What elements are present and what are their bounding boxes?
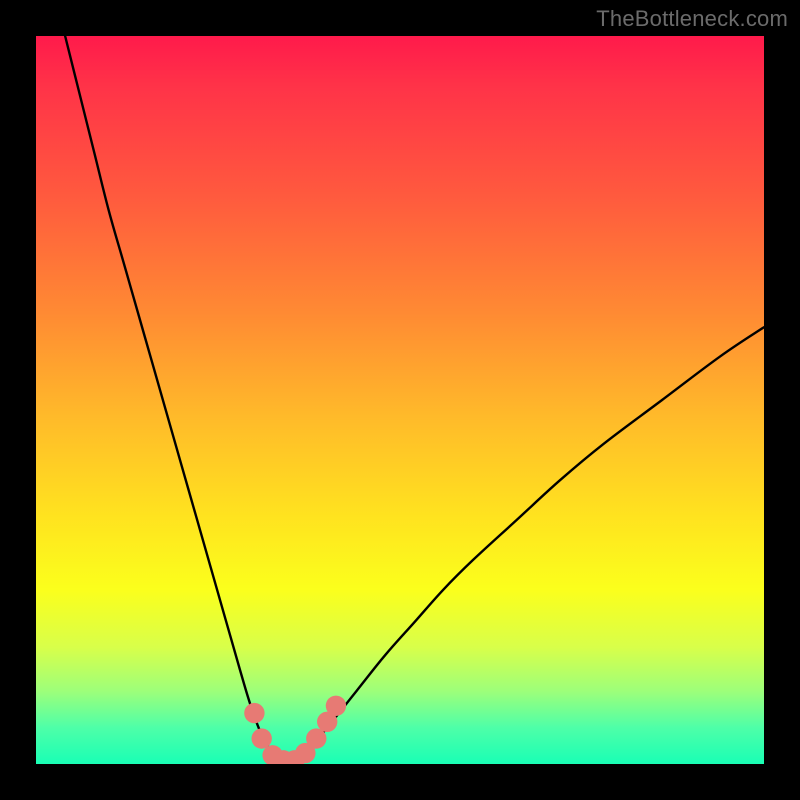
highlight-dot (251, 728, 271, 748)
plot-area (36, 36, 764, 764)
highlight-dot (306, 728, 326, 748)
highlight-dots (244, 696, 346, 764)
watermark-text: TheBottleneck.com (596, 6, 788, 32)
highlight-dot (244, 703, 264, 723)
chart-frame: TheBottleneck.com (0, 0, 800, 800)
highlight-dot (326, 696, 346, 716)
curve-svg (36, 36, 764, 764)
bottleneck-curve (65, 36, 764, 764)
